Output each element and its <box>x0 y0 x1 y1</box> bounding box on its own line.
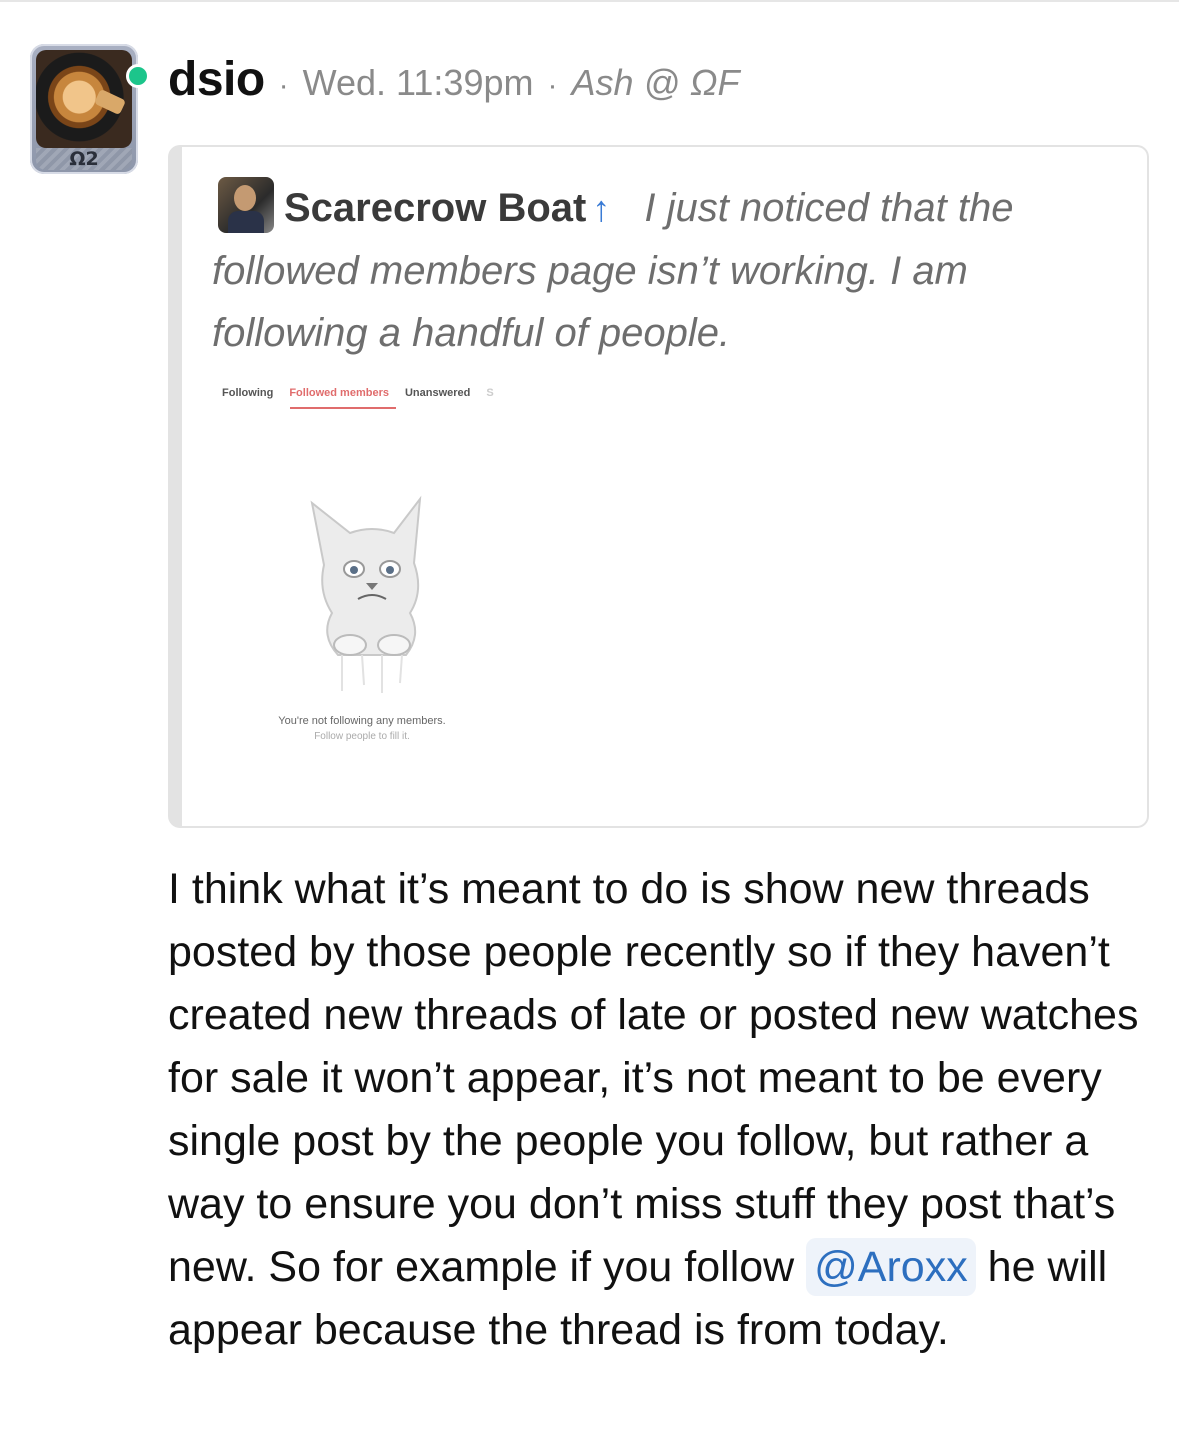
username-link[interactable]: dsio <box>168 52 265 107</box>
grumpy-cat-illustration-icon <box>310 495 422 693</box>
embed-active-tab-indicator <box>290 407 396 409</box>
embed-tab-followed-members: Followed members <box>289 387 389 399</box>
post-body-text: I think what it’s meant to do is show ne… <box>168 865 1139 1291</box>
rank-badge: Ω2 <box>36 148 132 170</box>
separator-dot: · <box>278 69 289 102</box>
embed-tab-more: S <box>486 387 494 399</box>
user-mention-link[interactable]: @Aroxx <box>806 1238 976 1296</box>
quoted-author-name[interactable]: Scarecrow Boat <box>284 186 586 230</box>
avatar-frame: Ω2 <box>30 44 138 174</box>
jump-to-post-icon[interactable]: ↑ <box>592 178 610 240</box>
embedded-screenshot[interactable]: Following Followed members Unanswered S … <box>212 375 522 795</box>
post-timestamp[interactable]: Wed. 11:39pm <box>303 62 534 104</box>
quote-text-block: Scarecrow Boat ↑ I just noticed that the f… <box>212 177 1112 364</box>
separator-dot: · <box>547 69 558 102</box>
user-avatar[interactable]: Ω2 <box>30 44 150 176</box>
online-status-icon <box>126 64 150 88</box>
embed-empty-title: You're not following any members. <box>278 715 446 727</box>
quoted-post[interactable]: Scarecrow Boat ↑ I just noticed that the f… <box>168 145 1149 828</box>
embed-tab-following: Following <box>222 387 274 399</box>
post-header: dsio · Wed. 11:39pm · Ash @ ΩF <box>168 52 739 112</box>
embed-tab-unanswered: Unanswered <box>404 387 471 399</box>
watch-photo-icon <box>36 50 132 148</box>
post-body: I think what it’s meant to do is show ne… <box>168 858 1158 1362</box>
embed-empty-subtitle: Follow people to fill it. <box>314 731 410 742</box>
forum-tag[interactable]: Ash @ ΩF <box>571 62 739 104</box>
top-divider <box>0 0 1179 2</box>
embed-tab-bar: Following Followed members Unanswered S <box>222 387 494 399</box>
